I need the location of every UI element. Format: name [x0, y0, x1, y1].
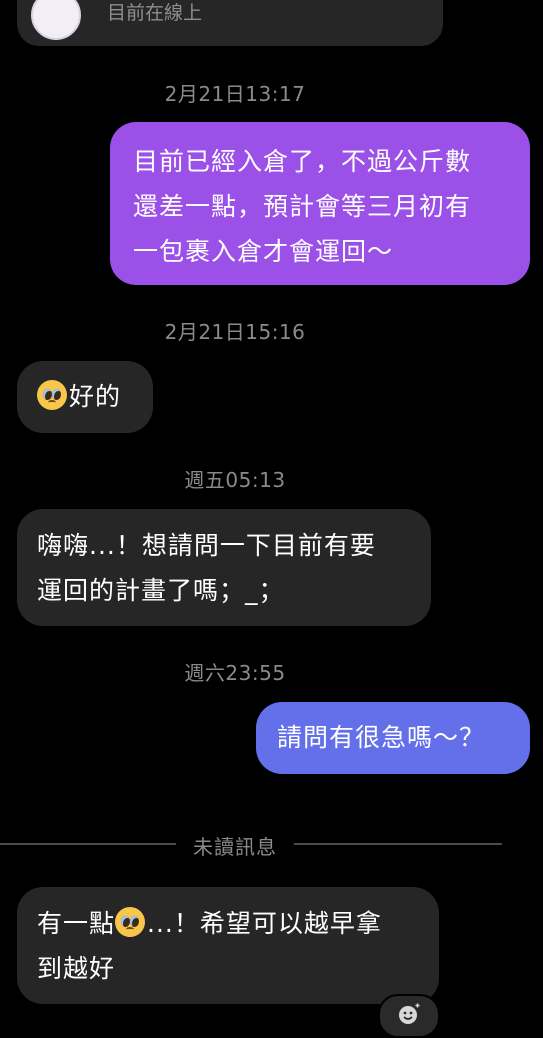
- message-line: 目前已經入倉了，不過公斤數: [133, 147, 472, 176]
- pleading-face-icon: [37, 380, 67, 410]
- outgoing-message-bubble[interactable]: 目前已經入倉了，不過公斤數 還差一點，預計會等三月初有 一包裹入倉才會運回～: [110, 122, 530, 285]
- incoming-message-bubble[interactable]: 嗨嗨...！想請問一下目前有要 運回的計畫了嗎；_；: [17, 509, 431, 626]
- message-line: 運回的計畫了嗎；_；: [37, 576, 285, 605]
- message-line: 還差一點，預計會等三月初有: [133, 192, 472, 221]
- message-timestamp: 週五05:13: [184, 468, 286, 492]
- online-status-text: 目前在線上: [107, 2, 203, 24]
- incoming-message-bubble[interactable]: 有一點 ...！希望可以越早拿 到越好: [17, 887, 439, 1004]
- avatar[interactable]: [31, 0, 81, 40]
- incoming-message-bubble[interactable]: 好的: [17, 361, 153, 433]
- unread-divider-right: [294, 843, 502, 845]
- message-text: ...！希望可以越早拿: [147, 909, 382, 938]
- pleading-face-icon: [115, 907, 146, 937]
- message-text: 有一點: [37, 909, 116, 938]
- add-reaction-icon: [399, 1002, 421, 1024]
- message-line: 有一點 ...！希望可以越早拿: [37, 901, 439, 946]
- chat-screen: { "header": { "status_text": "目前在線上" }, …: [0, 0, 543, 1038]
- message-line: 到越好: [37, 954, 116, 983]
- message-timestamp: 2月21日15:16: [164, 320, 306, 344]
- conversation-status-card: 目前在線上: [17, 0, 443, 46]
- message-line: 一包裹入倉才會運回～: [133, 237, 394, 266]
- message-text: 請問有很急嗎～？: [277, 723, 486, 752]
- unread-messages-label: 未讀訊息: [193, 835, 277, 859]
- message-timestamp: 2月21日13:17: [164, 82, 306, 106]
- outgoing-message-bubble[interactable]: 請問有很急嗎～？: [256, 702, 530, 774]
- message-timestamp: 週六23:55: [184, 661, 286, 685]
- message-text: 好的: [69, 382, 122, 411]
- add-reaction-button[interactable]: [378, 994, 440, 1038]
- message-line: 嗨嗨...！想請問一下目前有要: [37, 531, 376, 560]
